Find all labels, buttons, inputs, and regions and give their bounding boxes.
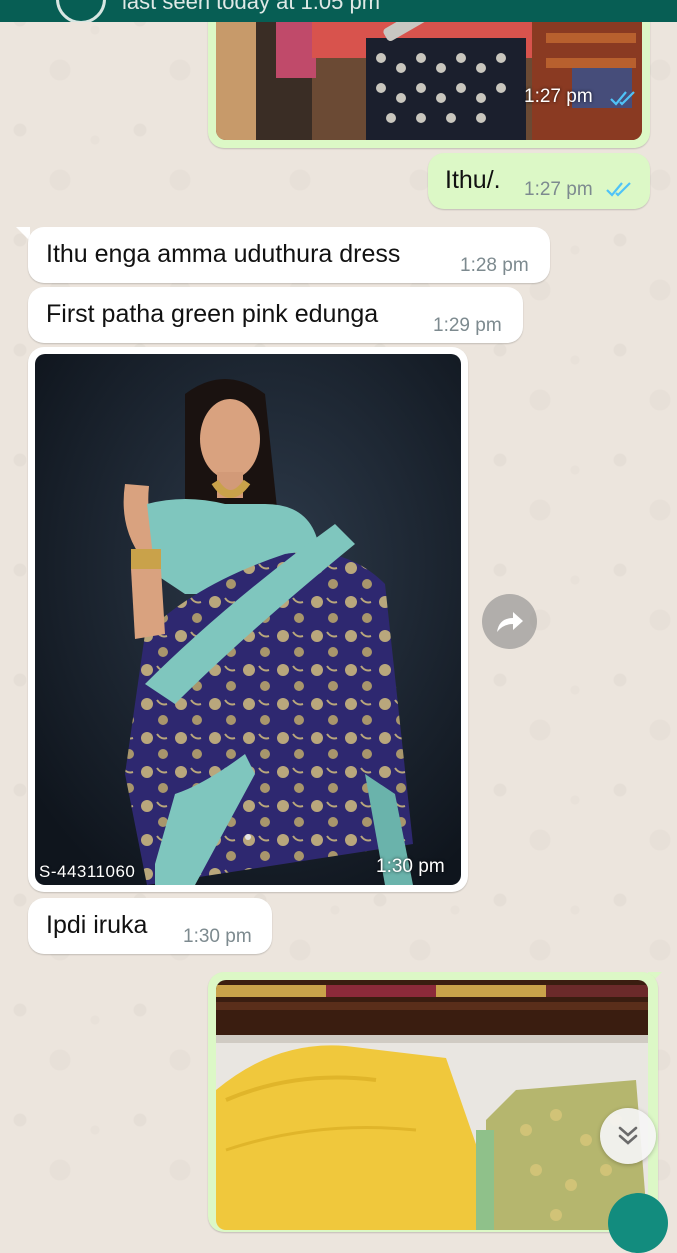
forward-icon xyxy=(496,611,523,632)
image-watermark-code: S-44311060 xyxy=(39,862,136,881)
double-check-icon xyxy=(610,91,635,106)
voice-message-button[interactable] xyxy=(608,1193,668,1253)
message-time: 1:30 pm xyxy=(376,856,445,877)
message-text: Ipdi iruka xyxy=(46,911,148,939)
sent-photo[interactable] xyxy=(216,980,648,1230)
message-time: 1:29 pm xyxy=(433,315,502,336)
received-photo-image xyxy=(35,354,461,885)
message-incoming-text[interactable]: First patha green pink edunga 1:29 pm xyxy=(28,287,523,343)
message-incoming-text[interactable]: Ithu enga amma uduthura dress 1:28 pm xyxy=(28,227,550,283)
last-seen-status: last seen today at 1:05 pm xyxy=(122,0,381,14)
message-outgoing-image[interactable]: 1:27 pm xyxy=(208,0,650,148)
forward-button[interactable] xyxy=(482,594,537,649)
scroll-to-bottom-button[interactable] xyxy=(600,1108,656,1164)
message-incoming-image[interactable]: S-44311060 1:30 pm xyxy=(28,347,468,892)
message-time: 1:27 pm xyxy=(524,86,593,107)
message-time: 1:27 pm xyxy=(524,179,593,200)
chat-header[interactable]: last seen today at 1:05 pm xyxy=(0,0,677,22)
received-photo[interactable]: S-44311060 1:30 pm xyxy=(35,354,461,885)
message-time: 1:28 pm xyxy=(460,255,529,276)
message-outgoing-text[interactable]: Ithu/. 1:27 pm xyxy=(428,153,650,209)
contact-avatar[interactable] xyxy=(56,0,106,22)
message-text: Ithu/. xyxy=(445,166,501,194)
double-check-icon xyxy=(606,182,631,197)
message-text: Ithu enga amma uduthura dress xyxy=(46,240,401,268)
message-incoming-text[interactable]: Ipdi iruka 1:30 pm xyxy=(28,898,272,954)
message-text: First patha green pink edunga xyxy=(46,300,379,328)
message-time: 1:30 pm xyxy=(183,926,252,947)
double-chevron-down-icon xyxy=(618,1126,638,1145)
message-outgoing-image[interactable] xyxy=(208,972,658,1232)
sent-photo-image xyxy=(216,980,648,1230)
